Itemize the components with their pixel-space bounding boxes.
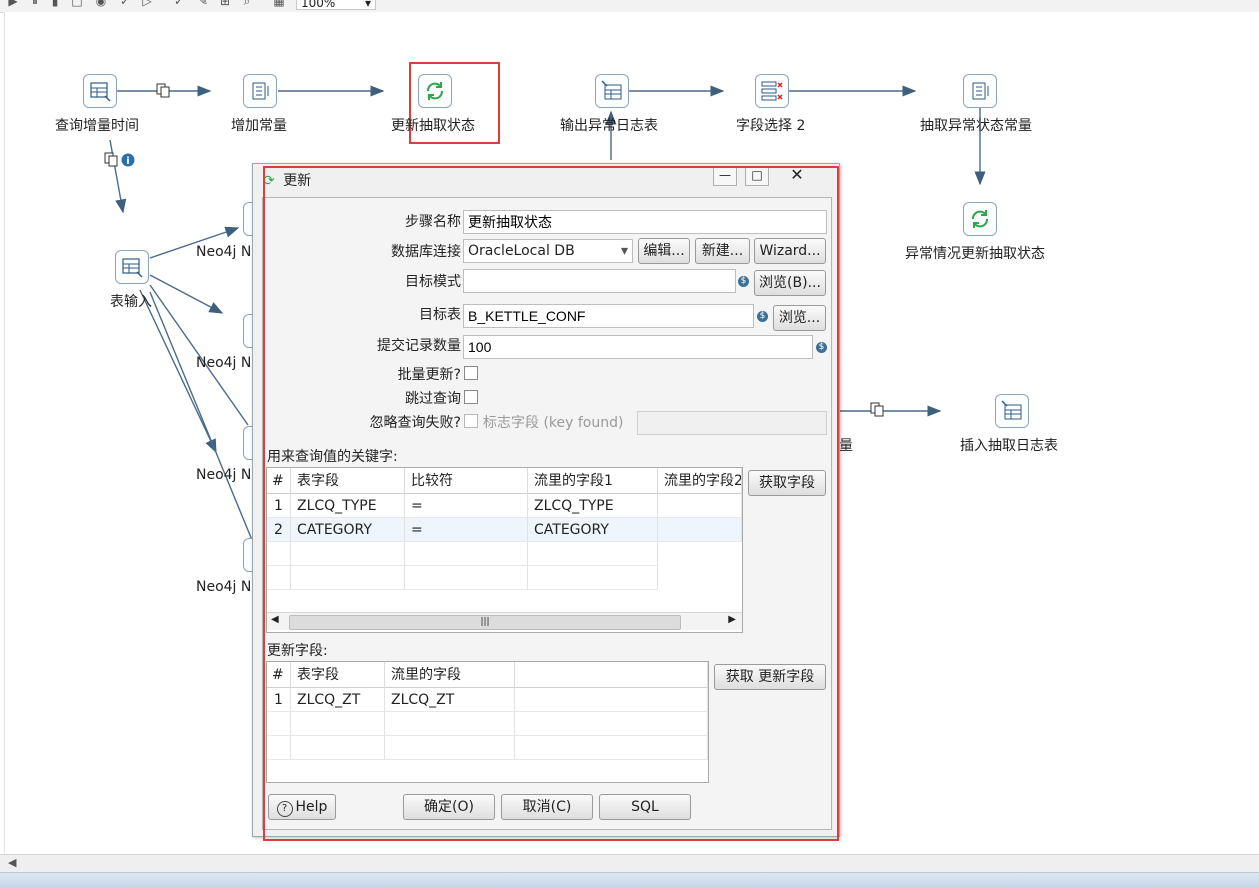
highlight-box bbox=[263, 166, 839, 841]
hop-line bbox=[139, 289, 217, 454]
step-label: Neo4j N bbox=[196, 579, 252, 595]
status-band bbox=[0, 872, 1259, 887]
step-label: 抽取异常状态常量 bbox=[920, 118, 1032, 134]
table-input-icon[interactable] bbox=[115, 250, 149, 284]
step-label: 表输入 bbox=[110, 294, 152, 310]
step-label: Neo4j N bbox=[196, 355, 252, 371]
canvas-horizontal-scrollbar[interactable]: ◀ bbox=[0, 854, 1259, 873]
step-label: 更新抽取状态 bbox=[391, 118, 475, 134]
svg-text:i: i bbox=[126, 156, 129, 167]
table-output-icon[interactable] bbox=[595, 74, 629, 108]
step-label: 输出异常日志表 bbox=[560, 118, 658, 134]
step-label: 插入抽取日志表 bbox=[960, 438, 1058, 454]
step-label: Neo4j N bbox=[196, 244, 252, 260]
hop-line bbox=[149, 274, 224, 314]
copy-hop-icon bbox=[108, 155, 118, 167]
update-icon[interactable] bbox=[963, 202, 997, 236]
step-label: 增加常量 bbox=[231, 118, 287, 134]
table-input-icon[interactable] bbox=[83, 74, 117, 108]
step-label: 字段选择 2 bbox=[736, 118, 806, 134]
copy-hop-icon bbox=[160, 86, 170, 98]
select-values-icon[interactable] bbox=[755, 74, 789, 108]
copy-hop-icon bbox=[874, 405, 884, 417]
table-output-icon[interactable] bbox=[995, 394, 1029, 428]
add-constants-icon[interactable] bbox=[963, 74, 997, 108]
step-label: 查询增量时间 bbox=[55, 118, 139, 134]
update-icon[interactable] bbox=[418, 74, 452, 108]
hop-line bbox=[149, 291, 253, 541]
step-label: 量 bbox=[839, 438, 853, 454]
step-label: 异常情况更新抽取状态 bbox=[905, 246, 1045, 262]
add-constants-icon[interactable] bbox=[243, 74, 277, 108]
hop-line bbox=[109, 139, 127, 214]
step-label: Neo4j N bbox=[196, 467, 252, 483]
scroll-left-icon[interactable]: ◀ bbox=[8, 856, 16, 869]
